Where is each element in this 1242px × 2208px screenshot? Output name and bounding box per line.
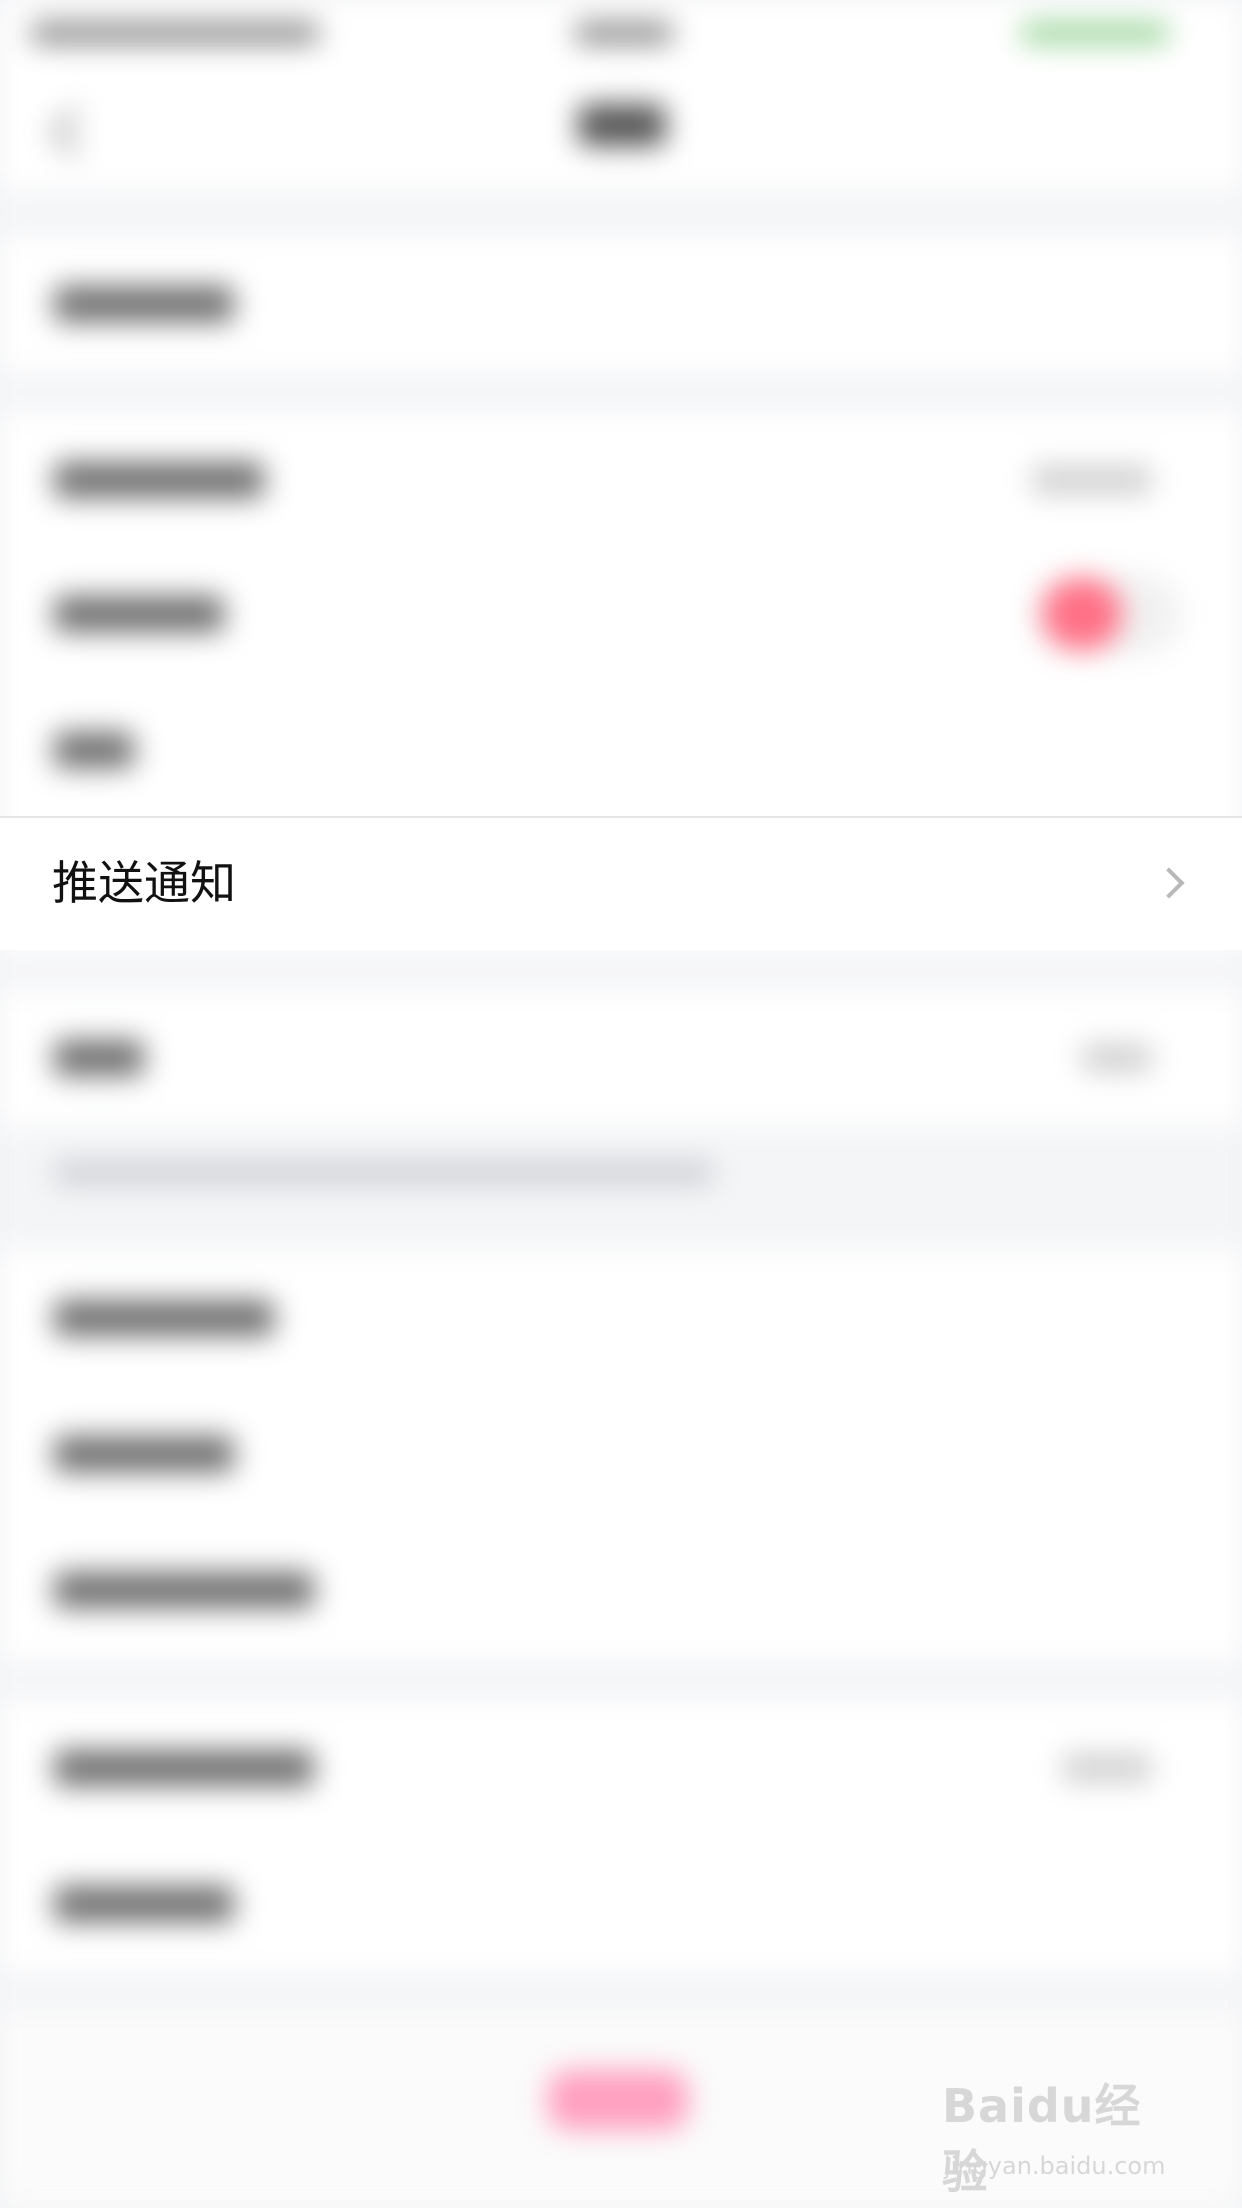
toggle-knob (1042, 578, 1122, 650)
settings-row[interactable] (0, 1700, 1242, 1836)
status-bar (0, 0, 1242, 60)
watermark-url: jingyan.baidu.com (944, 2152, 1166, 2180)
settings-screen: 推送通知 Baidu经验 jingyan.baidu.com (0, 0, 1242, 2208)
row-label (54, 1300, 274, 1336)
row-label (54, 1040, 144, 1076)
settings-row (0, 546, 1242, 682)
row-label (54, 286, 234, 322)
push-notification-label: 推送通知 (52, 856, 236, 910)
settings-row[interactable] (0, 236, 1242, 372)
settings-section-5 (0, 1700, 1242, 1972)
baidu-jingyan-watermark: Baidu经验 jingyan.baidu.com (942, 2070, 1172, 2199)
toggle-switch[interactable] (1032, 574, 1182, 654)
settings-row[interactable] (0, 1250, 1242, 1386)
back-icon[interactable] (50, 107, 100, 157)
settings-row[interactable] (0, 1386, 1242, 1522)
settings-row[interactable] (0, 990, 1242, 1126)
settings-row[interactable] (0, 1522, 1242, 1658)
section-footnote (54, 1160, 714, 1186)
row-label (54, 732, 134, 768)
settings-row[interactable] (0, 682, 1242, 818)
row-value (1032, 466, 1152, 494)
settings-section-4 (0, 1250, 1242, 1660)
row-label (54, 462, 264, 498)
settings-section-3 (0, 990, 1242, 1126)
row-value (1062, 1754, 1152, 1782)
settings-row[interactable] (0, 412, 1242, 548)
push-notification-row[interactable]: 推送通知 (0, 816, 1242, 950)
row-label (54, 1572, 314, 1608)
nav-bar (0, 60, 1242, 190)
settings-row[interactable] (0, 1836, 1242, 1972)
watermark-logo: Baidu经验 (942, 2079, 1142, 2199)
settings-section-1 (0, 236, 1242, 372)
bottom-action-button[interactable] (548, 2070, 688, 2130)
row-label (54, 1750, 314, 1786)
row-label (54, 1886, 234, 1922)
row-label (54, 596, 224, 632)
status-time (574, 22, 674, 44)
blurred-background (0, 0, 1242, 2208)
page-title (578, 104, 666, 146)
row-label (54, 1436, 234, 1472)
status-battery (1020, 22, 1170, 44)
chevron-right-icon (1153, 867, 1185, 899)
row-value (1082, 1044, 1152, 1072)
status-left (30, 22, 320, 44)
